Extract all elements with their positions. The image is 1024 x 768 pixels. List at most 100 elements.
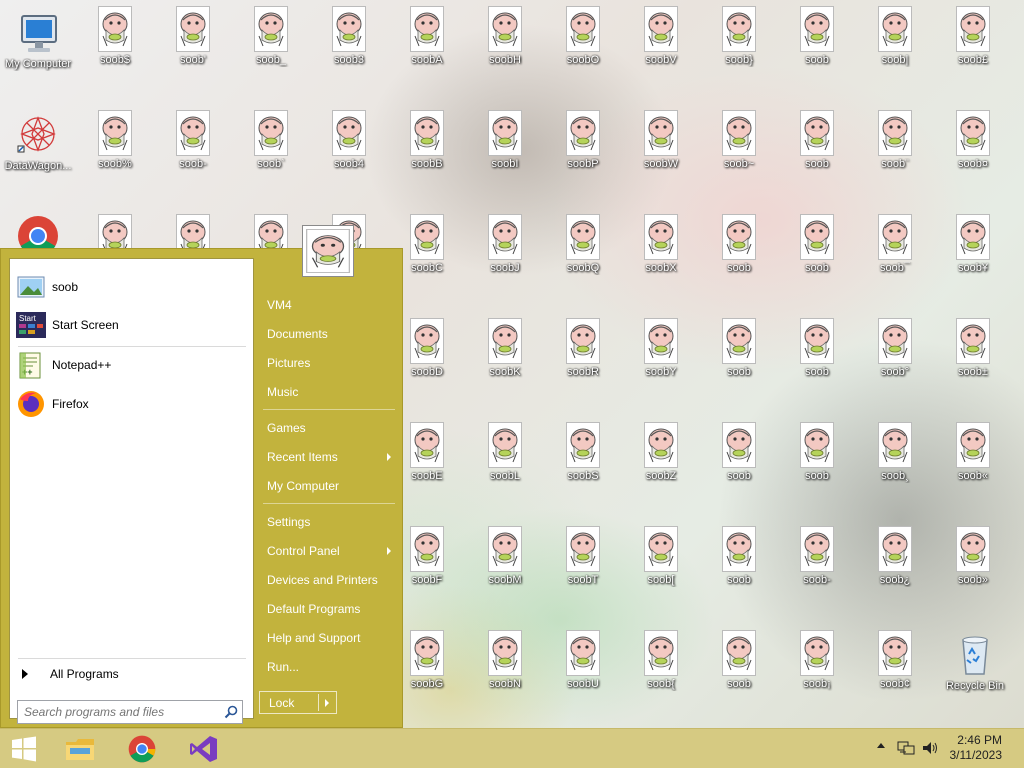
desktop-icon-soob[interactable]: soobY [623, 318, 699, 379]
desktop-icon-soob[interactable]: soobJ [467, 214, 543, 275]
desktop-icon-recycle-bin[interactable]: Recycle Bin [937, 630, 1013, 693]
user-picture[interactable] [302, 225, 354, 277]
start-right-pictures[interactable]: Pictures [259, 350, 399, 376]
start-item-notepadpp[interactable]: ++ Notepad++ [16, 349, 248, 381]
start-right-recent-items[interactable]: Recent Items [259, 444, 399, 470]
desktop-icon-label: soob~ [723, 158, 755, 170]
desktop-icon-soob[interactable]: soobP [545, 110, 621, 171]
desktop-icon-soob[interactable]: soobL [467, 422, 543, 483]
start-right-control-panel[interactable]: Control Panel [259, 538, 399, 564]
desktop-icon-soob[interactable]: soob [701, 214, 777, 275]
desktop-icon-soob[interactable]: soob [779, 110, 855, 171]
desktop-icon-soob[interactable]: soob [779, 422, 855, 483]
start-right-games[interactable]: Games [259, 415, 399, 441]
desktop-icon-soob[interactable]: soob' [155, 6, 231, 67]
desktop-icon-soob[interactable]: soob» [935, 526, 1011, 587]
desktop-icon-soob[interactable]: soobU [545, 630, 621, 691]
desktop-icon-soob[interactable]: soob_ [233, 6, 309, 67]
desktop-icon-soob[interactable]: soobV [623, 6, 699, 67]
desktop-icon-soob[interactable]: soob¡ [779, 630, 855, 691]
desktop-icon-label: soob} [725, 54, 753, 66]
desktop-icon-soob[interactable]: soob± [935, 318, 1011, 379]
desktop-icon-my-computer[interactable]: My Computer [0, 8, 76, 71]
desktop-icon-label: soobR [567, 366, 599, 378]
search-input[interactable] [18, 701, 220, 723]
desktop-icon-soob[interactable]: soob} [701, 6, 777, 67]
desktop-icon-soob[interactable]: soob« [935, 422, 1011, 483]
desktop-icon-soob[interactable]: soob| [857, 6, 933, 67]
desktop-icon-soob[interactable]: soobR [545, 318, 621, 379]
desktop-icon-soob[interactable]: soobX [623, 214, 699, 275]
desktop-icon-soob[interactable]: soob` [233, 110, 309, 171]
desktop-icon-soob[interactable]: soob- [779, 526, 855, 587]
desktop-icon-soob[interactable]: soob [779, 214, 855, 275]
desktop-icon-soob[interactable]: soob3 [311, 6, 387, 67]
desktop-icon-soob[interactable]: soob[ [623, 526, 699, 587]
desktop-icon-soob[interactable]: soobT [545, 526, 621, 587]
desktop-icon-soob[interactable]: soob~ [701, 110, 777, 171]
desktop-icon-soob[interactable]: soob¯ [857, 214, 933, 275]
desktop-icon-soob[interactable]: soob¥ [935, 214, 1011, 275]
taskbar-chrome[interactable] [122, 732, 162, 766]
start-right-music[interactable]: Music [259, 379, 399, 405]
desktop-icon-soob[interactable]: soob¸ [857, 422, 933, 483]
desktop-icon-soob[interactable]: soob$ [77, 6, 153, 67]
desktop-icon-soob[interactable]: soobZ [623, 422, 699, 483]
desktop-icon-label: soobW [643, 158, 679, 170]
show-hidden-icons-arrow-icon[interactable] [876, 740, 886, 752]
network-icon[interactable] [897, 740, 915, 756]
desktop-icon-soob[interactable]: soobW [623, 110, 699, 171]
desktop-icon-soob[interactable]: soobN [467, 630, 543, 691]
desktop-icon-soob[interactable]: soob¨ [857, 110, 933, 171]
desktop-icon-label: soobK [489, 366, 521, 378]
lock-button[interactable]: Lock [259, 691, 337, 714]
desktop-icon-soob[interactable]: soob¿ [857, 526, 933, 587]
desktop-icon-soob[interactable]: soobI [467, 110, 543, 171]
desktop-icon-soob[interactable]: soob [701, 630, 777, 691]
system-clock[interactable]: 2:46 PM 3/11/2023 [950, 733, 1003, 763]
desktop-icon-soob[interactable]: soobB [389, 110, 465, 171]
start-item-soob[interactable]: soob [16, 271, 248, 303]
taskbar-visual-studio[interactable] [184, 732, 224, 766]
desktop-icon-soob[interactable]: soob£ [935, 6, 1011, 67]
search-icon[interactable] [224, 705, 238, 719]
desktop-icon-soob[interactable]: soob [701, 526, 777, 587]
start-button[interactable] [4, 732, 44, 766]
start-right-my-computer[interactable]: My Computer [259, 473, 399, 499]
desktop-icon-soob[interactable]: soobA [389, 6, 465, 67]
soob-image-icon [800, 422, 834, 468]
desktop-icon-soob[interactable]: soob4 [311, 110, 387, 171]
soob-image-icon [878, 214, 912, 260]
start-item-start-screen[interactable]: Start Start Screen [16, 309, 248, 341]
desktop-icon-soob[interactable]: soobK [467, 318, 543, 379]
start-right-vm4[interactable]: VM4 [259, 292, 399, 318]
start-right-help-support[interactable]: Help and Support [259, 625, 399, 651]
desktop-icon-soob[interactable]: soob¢ [857, 630, 933, 691]
desktop-icon-soob[interactable]: soobM [467, 526, 543, 587]
start-right-run[interactable]: Run... [259, 654, 399, 680]
desktop-icon-datawagon[interactable]: DataWagon... [0, 110, 76, 173]
desktop-icon-soob[interactable]: soobO [545, 6, 621, 67]
desktop-icon-soob[interactable]: soob¤ [935, 110, 1011, 171]
lock-options-arrow-icon[interactable] [325, 699, 329, 707]
desktop-icon-soob[interactable]: soobS [545, 422, 621, 483]
start-right-settings[interactable]: Settings [259, 509, 399, 535]
desktop-icon-soob[interactable]: soob° [857, 318, 933, 379]
volume-icon[interactable] [921, 740, 939, 756]
start-right-default-programs[interactable]: Default Programs [259, 596, 399, 622]
desktop-icon-soob[interactable]: soob{ [623, 630, 699, 691]
desktop-icon-soob[interactable]: soobH [467, 6, 543, 67]
desktop-icon-soob[interactable]: soob% [77, 110, 153, 171]
taskbar-file-explorer[interactable] [60, 732, 100, 766]
soob-image-icon [800, 214, 834, 260]
desktop-icon-soob[interactable]: soob [779, 6, 855, 67]
desktop-icon-soob[interactable]: soob- [155, 110, 231, 171]
start-right-devices-printers[interactable]: Devices and Printers [259, 567, 399, 593]
desktop-icon-soob[interactable]: soob [779, 318, 855, 379]
desktop-icon-soob[interactable]: soob [701, 318, 777, 379]
desktop-icon-soob[interactable]: soob [701, 422, 777, 483]
start-right-documents[interactable]: Documents [259, 321, 399, 347]
start-item-firefox[interactable]: Firefox [16, 388, 248, 420]
desktop-icon-soob[interactable]: soobQ [545, 214, 621, 275]
all-programs-button[interactable]: All Programs [18, 663, 246, 685]
